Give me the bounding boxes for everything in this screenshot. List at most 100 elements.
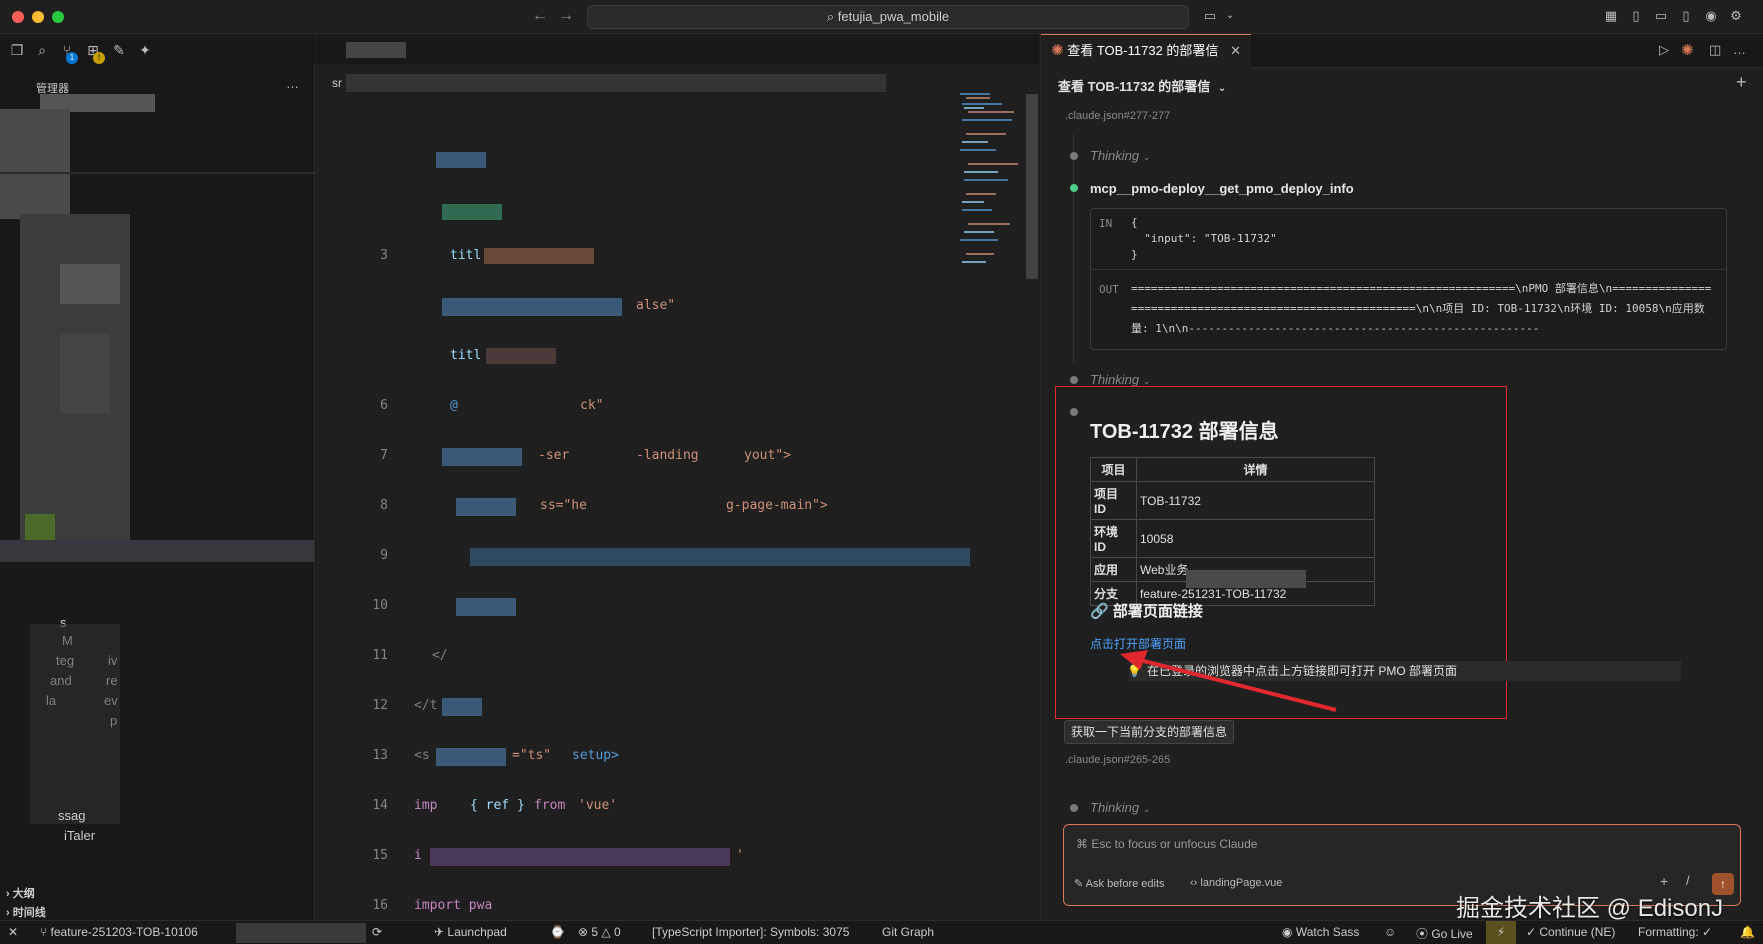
breadcrumb[interactable]: sr — [332, 76, 342, 90]
more-actions-icon[interactable]: … — [286, 76, 299, 91]
chevron-down-icon: ⌄ — [1142, 804, 1151, 814]
pixelated-code — [436, 748, 506, 766]
watch-sass-button[interactable]: ◉ Watch Sass — [1282, 925, 1359, 939]
launchpad-button[interactable]: ✈ Launchpad — [434, 925, 507, 939]
remote-icon[interactable]: ✕ — [8, 925, 18, 939]
branch-indicator[interactable]: ⑂ feature-251203-TOB-10106 — [40, 925, 198, 939]
pixelated-block — [30, 624, 120, 824]
editor-tab-bar — [316, 34, 1039, 64]
problems-indicator[interactable]: ⊗ 5 △ 0 — [578, 925, 621, 939]
search-icon[interactable]: ⌕ — [33, 41, 51, 59]
tool-call-name[interactable]: mcp__pmo-deploy__get_pmo_deploy_info — [1090, 181, 1354, 196]
file-reference[interactable]: .claude.json#277-277 — [1065, 110, 1170, 122]
command-center-search[interactable]: ⌕ fetujia_pwa_mobile — [587, 5, 1189, 29]
copilot-icon[interactable]: ☺ — [1384, 925, 1396, 939]
tree-item[interactable]: ssag — [58, 808, 85, 823]
eye-icon: ◉ — [1282, 925, 1296, 939]
pixelated-status — [236, 923, 366, 943]
minimap[interactable] — [956, 89, 1026, 269]
continue-status[interactable]: ✓ Continue (NE) — [1526, 925, 1615, 939]
code-line: 14 imp { ref } from 'vue' — [372, 798, 618, 813]
title-bar: ← → ⌕ fetujia_pwa_mobile ▭ ⌄ ▦ ▯ ▭ ▯ ◉ ⚙ — [0, 0, 1763, 34]
pixelated-code — [430, 848, 730, 866]
thinking-toggle[interactable]: Thinking ⌄ — [1090, 372, 1150, 387]
more-actions-icon[interactable]: … — [1733, 42, 1746, 57]
run-icon[interactable]: ▷ — [1659, 42, 1669, 58]
thinking-toggle[interactable]: Thinking ⌄ — [1090, 148, 1150, 163]
forward-arrow-icon[interactable]: → — [558, 7, 574, 25]
slash-command-icon[interactable]: / — [1686, 873, 1690, 888]
explorer-icon[interactable]: ❐ — [8, 41, 26, 59]
table-row: 项目 ID TOB-11732 — [1090, 481, 1375, 520]
timeline-section[interactable]: › 时间线 — [6, 904, 46, 920]
warning-badge-icon: ! — [93, 52, 105, 64]
thinking-toggle[interactable]: Thinking ⌄ — [1090, 800, 1150, 815]
sparkle-icon[interactable]: ✦ — [136, 41, 154, 59]
toggle-primary-sidebar-icon[interactable]: ▯ — [1628, 8, 1644, 24]
split-editor-icon[interactable]: ◫ — [1709, 42, 1721, 58]
outline-section[interactable]: › 大纲 — [6, 885, 35, 901]
back-arrow-icon[interactable]: ← — [532, 7, 548, 25]
pixelated-tab — [346, 42, 406, 58]
notifications-bell-icon[interactable]: 🔔 — [1740, 925, 1755, 939]
user-message[interactable]: 获取一下当前分支的部署信息 — [1064, 720, 1235, 744]
formatting-status[interactable]: Formatting: ✓ — [1638, 925, 1712, 939]
code-line: titl — [316, 348, 1039, 368]
brush-icon[interactable]: ✎ — [110, 41, 128, 59]
conversation-title-dropdown[interactable]: 查看 TOB-11732 的部署信 ⌄ — [1058, 76, 1226, 95]
code-line: 11 </ — [372, 648, 448, 663]
toggle-panel-icon[interactable]: ▭ — [1653, 8, 1669, 24]
plug-icon[interactable]: ⚡ — [1486, 921, 1516, 944]
new-chat-icon[interactable]: + — [1736, 72, 1747, 93]
pixelated-cell — [1186, 570, 1306, 588]
toggle-secondary-sidebar-icon[interactable]: ▯ — [1678, 8, 1694, 24]
source-control-badge: 1 — [66, 52, 78, 64]
code-editor[interactable]: sr 3 titl alse" titl 6 @ ck" 7 -ser -lan… — [316, 34, 1039, 920]
minimize-window-button[interactable] — [32, 11, 44, 23]
code-line: 15 i ' — [316, 848, 1039, 868]
ts-importer-status[interactable]: [TypeScript Importer]: Symbols: 3075 — [652, 925, 849, 939]
chevron-down-icon[interactable]: ⌄ — [1222, 8, 1238, 24]
copilot-chat-icon[interactable]: ▭ — [1202, 8, 1218, 24]
chevron-right-icon: › — [6, 888, 13, 900]
annotation-arrow-icon — [1120, 650, 1337, 712]
tool-status-dot — [1070, 184, 1078, 192]
close-tab-icon[interactable]: ✕ — [1230, 43, 1241, 58]
file-reference[interactable]: .claude.json#265-265 — [1065, 754, 1170, 766]
table-row: 环境 ID 10058 — [1090, 519, 1375, 558]
tool-input: { "input": "TOB-11732" } — [1131, 216, 1277, 261]
close-window-button[interactable] — [12, 11, 24, 23]
link-heading: 🔗 部署页面链接 — [1090, 603, 1203, 620]
response-dot — [1070, 408, 1078, 416]
settings-gear-icon[interactable]: ⚙ — [1728, 8, 1744, 24]
selected-file-row[interactable] — [0, 540, 314, 562]
pixelated-code — [442, 298, 622, 316]
code-line: 8 ss="he g-page-main"> — [316, 498, 1039, 518]
table-cell: TOB-11732 — [1136, 481, 1375, 520]
chevron-down-icon: ⌄ — [1142, 152, 1151, 162]
account-icon[interactable]: ◉ — [1703, 8, 1719, 24]
add-attachment-icon[interactable]: + — [1660, 873, 1668, 889]
table-cell: 10058 — [1136, 519, 1375, 558]
thinking-dot — [1070, 804, 1078, 812]
claude-chat-panel: ✺ 查看 TOB-11732 的部署信 ✕ ▷ ✺ ◫ … 查看 TOB-117… — [1040, 34, 1763, 920]
tree-item[interactable]: iTaler — [64, 828, 95, 843]
chat-input-placeholder[interactable]: ⌘ Esc to focus or unfocus Claude — [1076, 837, 1257, 851]
maximize-window-button[interactable] — [52, 11, 64, 23]
git-graph-button[interactable]: Git Graph — [882, 925, 934, 939]
edit-mode-toggle[interactable]: ✎ Ask before edits — [1074, 877, 1165, 890]
divider — [0, 172, 314, 174]
go-live-button[interactable]: ⦿ Go Live — [1416, 925, 1473, 942]
claude-tab[interactable]: ✺ 查看 TOB-11732 的部署信 ✕ — [1041, 34, 1251, 68]
editor-scrollbar[interactable] — [1026, 94, 1038, 279]
pixelated-code — [470, 548, 970, 566]
claude-logo-icon[interactable]: ✺ — [1681, 41, 1694, 59]
pixelated-breadcrumb — [346, 74, 886, 92]
thinking-dot — [1070, 376, 1078, 384]
pixelated-code — [484, 248, 594, 264]
pixelated-code — [456, 598, 516, 616]
layout-customize-icon[interactable]: ▦ — [1603, 8, 1619, 24]
watch-icon[interactable]: ⌚ — [550, 925, 565, 939]
attached-file-chip[interactable]: ‹› landingPage.vue — [1190, 877, 1282, 889]
sync-icon[interactable]: ⟳ — [372, 925, 382, 939]
